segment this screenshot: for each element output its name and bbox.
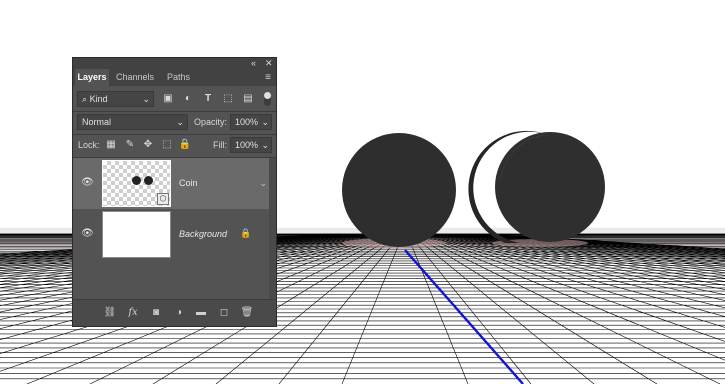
lock-artboard-icon[interactable]: ⬚ [160, 138, 174, 152]
panel-bottom-bar: ⛓ fx ◙ ◑ ▬ ◻ 🗑 [73, 299, 276, 326]
adjustment-layer-icon[interactable]: ◑ [172, 306, 186, 320]
chevron-down-icon[interactable]: ⌄ [259, 178, 267, 189]
chevron-down-icon: ⌄ [176, 117, 184, 127]
filter-kind-label: Kind [89, 94, 108, 104]
layer-filter-select[interactable]: ⌕ Kind ⌄ [77, 91, 154, 107]
chevron-down-icon: ⌄ [261, 140, 269, 150]
link-layers-icon[interactable]: ⛓ [103, 306, 117, 320]
layer-thumbnail [102, 211, 171, 258]
close-icon[interactable]: ✕ [265, 58, 273, 69]
layer-thumbnail: ⬡ [102, 160, 171, 207]
layers-panel: « ✕ Layers Channels Paths ≡ ⌕ Kind ⌄ ▣ ◐… [72, 57, 277, 327]
tab-paths[interactable]: Paths [167, 69, 190, 86]
visibility-eye-icon[interactable]: 👁 [81, 177, 94, 188]
layer-name[interactable]: Coin [179, 177, 198, 189]
tab-channels[interactable]: Channels [116, 69, 154, 86]
fill-value: 100% [235, 140, 259, 150]
visibility-eye-icon[interactable]: 👁 [81, 228, 94, 239]
lock-label: Lock: [78, 140, 100, 150]
smart-object-badge-icon: ⬡ [157, 193, 169, 205]
blend-mode-value: Normal [82, 117, 112, 127]
search-icon: ⌕ [82, 94, 88, 104]
collapse-icon[interactable]: « [251, 58, 256, 69]
lock-brush-icon[interactable]: ✎ [123, 138, 137, 152]
layers-scrollbar[interactable] [269, 158, 276, 301]
layer-row-background[interactable]: 👁 Background 🔒 [73, 209, 269, 260]
opacity-field[interactable]: 100% ⌄ [230, 114, 272, 130]
lock-all-icon[interactable]: 🔒 [178, 138, 192, 152]
filter-toggle[interactable] [264, 92, 271, 106]
panel-tabs: Layers Channels Paths ≡ [73, 69, 276, 86]
chevron-down-icon: ⌄ [261, 117, 269, 127]
panel-title-bar[interactable]: « ✕ [73, 58, 276, 69]
opacity-value: 100% [235, 117, 259, 127]
smart-object-filter-icon[interactable]: ▤ [241, 92, 255, 106]
new-group-folder-icon[interactable]: ▬ [194, 306, 208, 320]
chevron-down-icon: ⌄ [142, 94, 150, 104]
panel-menu-icon[interactable]: ≡ [265, 72, 271, 83]
layer-row-coin[interactable]: 👁 ⬡ Coin [73, 158, 269, 209]
shape-filter-icon[interactable]: ⬚ [221, 92, 235, 106]
blend-mode-select[interactable]: Normal ⌄ [77, 114, 188, 130]
fill-label: Fill: [213, 140, 227, 150]
lock-icon: 🔒 [240, 228, 252, 238]
lock-transparency-icon[interactable]: ▦ [104, 138, 118, 152]
tab-layers[interactable]: Layers [75, 69, 109, 86]
new-layer-icon[interactable]: ◻ [217, 306, 231, 320]
adjustment-filter-icon[interactable]: ◐ [181, 92, 195, 106]
layer-name[interactable]: Background [179, 228, 227, 240]
fx-icon[interactable]: fx [126, 306, 140, 320]
trash-icon[interactable]: 🗑 [240, 306, 254, 320]
pixel-filter-icon[interactable]: ▣ [161, 92, 175, 106]
type-filter-icon[interactable]: T [201, 92, 215, 106]
fill-field[interactable]: 100% ⌄ [230, 137, 272, 153]
add-mask-icon[interactable]: ◙ [149, 306, 163, 320]
opacity-label: Opacity: [194, 117, 228, 127]
lock-position-icon[interactable]: ✥ [141, 138, 155, 152]
